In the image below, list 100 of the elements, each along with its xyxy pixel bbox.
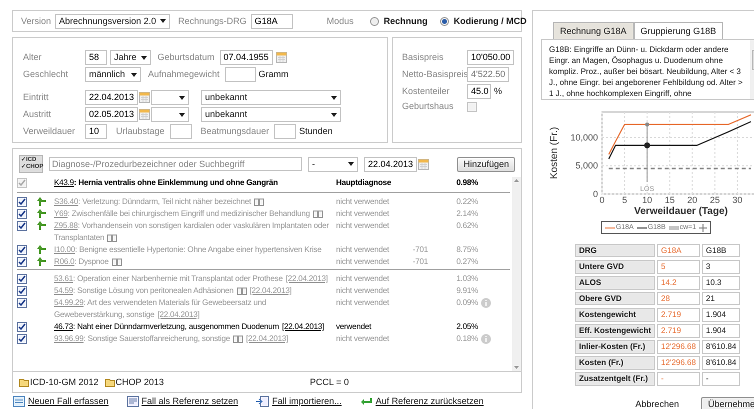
scroll-up-icon[interactable] — [514, 179, 519, 182]
dropdown[interactable]: männlich — [85, 67, 141, 82]
caret-icon — [160, 19, 166, 23]
input-field[interactable]: 10 — [85, 124, 107, 139]
code-description: Z95.88: Vorhandensein von sonstigen kardialen oder vaskulären Implantaten oder Transplantaten — [54, 220, 330, 244]
action-link[interactable]: Fall importieren... — [272, 396, 342, 407]
unit-label: Stunden — [299, 126, 333, 137]
table-cell: 10.3 — [702, 276, 740, 290]
code-description: 54.99.29: Art des verwendeten Materials für Gewebeersatz und Gewebeverstärkung, sonstige [22.04.2013] — [54, 297, 268, 321]
checkbox[interactable] — [17, 298, 27, 308]
description-text: G18B: Eingriffe an Dünn- u. Dickdarm oder andere Eingr. an Magen, Ösophagus u. Duodenum ohne kompliz. Proz., außer bei bösart. Neubildung, Alter < 3 J., ohne Eingr. bei angeborener Fehlbildung od. Alter > 1 J., ohne hochkomplexen Eingriff, ohne — [548, 44, 744, 99]
checkbox[interactable] — [17, 286, 27, 296]
line-swatch-icon — [668, 226, 679, 230]
action-link[interactable]: Neuen Fall erfassen — [28, 396, 109, 407]
caret-icon — [331, 112, 338, 116]
y-tick-label: 10,000 — [570, 132, 598, 142]
code-link[interactable]: 46.73 — [54, 322, 74, 331]
checkbox[interactable] — [17, 209, 27, 219]
checkbox[interactable] — [17, 245, 27, 255]
input-field[interactable]: 45.0 — [467, 84, 491, 99]
checkbox[interactable] — [17, 197, 27, 207]
radio-label[interactable]: Rechnung — [384, 16, 428, 26]
code-description: Y69: Zwischenfälle bei chirurgischem Eingriff und medizinischer Behandlung — [54, 208, 334, 220]
input-field[interactable] — [274, 124, 296, 139]
dropdown[interactable]: unbekannt — [201, 107, 342, 122]
line-swatch-icon — [604, 226, 615, 230]
calendar-icon[interactable] — [139, 92, 150, 103]
table-cell: 28 — [657, 292, 700, 306]
radio-label[interactable]: Kodierung / MCD — [454, 16, 527, 26]
tab[interactable]: Rechnung G18A — [553, 22, 634, 39]
date-link[interactable]: [22.04.2013] — [282, 322, 324, 331]
x-tick-label: 0 — [600, 195, 604, 205]
input-field[interactable]: G18A — [250, 14, 293, 28]
marker — [644, 142, 650, 148]
percent-text: 0.09% — [456, 298, 478, 307]
input-field[interactable]: 22.04.2013 — [85, 90, 138, 105]
dropdown[interactable]: Jahre — [110, 50, 151, 65]
x-tick-label: 20 — [687, 195, 698, 205]
code-description: 53.61: Operation einer Narbenhernie mit Transplantat oder Prothese [22.04.2013] — [54, 273, 329, 285]
action-link[interactable]: Auf Referenz zurücksetzen — [376, 396, 484, 407]
input-field[interactable]: 07.04.1955 — [220, 50, 273, 65]
pan-icon[interactable] — [699, 224, 708, 232]
dropdown[interactable]: - — [308, 156, 358, 172]
scroll-down-icon[interactable] — [514, 366, 519, 369]
x-tick-label: 5 — [622, 195, 628, 205]
field-label: Basispreis — [402, 52, 445, 63]
input-field[interactable] — [224, 67, 256, 82]
tab[interactable]: Gruppierung G18B — [634, 22, 724, 39]
field-label: Kostenteiler — [402, 86, 451, 97]
checkbox[interactable] — [17, 322, 27, 332]
info-icon[interactable] — [481, 298, 491, 308]
book-icon[interactable] — [107, 234, 118, 242]
table-cell: 2.719 — [657, 324, 700, 338]
input-field[interactable]: 4'522.50 — [467, 67, 510, 82]
unit-label: % — [494, 86, 502, 97]
calendar-icon[interactable] — [418, 158, 430, 170]
code-description: 46.73: Naht einer Dünndarmverletzung, ausgenommen Duodenum [22.04.2013] — [54, 321, 326, 333]
table-cell: 14.2 — [657, 276, 700, 290]
field-label: Verweildauer — [23, 126, 76, 137]
y-tick-label: 5,000 — [575, 160, 598, 171]
dropdown[interactable] — [151, 107, 190, 122]
checkbox[interactable] — [17, 274, 27, 284]
x-tick-label: 25 — [710, 195, 720, 205]
dropdown[interactable]: Abrechnungsversion 2.0 — [55, 14, 170, 28]
input-field[interactable]: 02.05.2013 — [85, 107, 138, 122]
book-icon[interactable] — [312, 210, 323, 218]
dialog-button[interactable]: Abbrechen — [629, 397, 685, 409]
search-field[interactable]: Diagnose-/Prozedurbezeichner oder Suchbegriff — [49, 157, 302, 171]
checkbox[interactable] — [17, 334, 27, 344]
checkbox[interactable] — [17, 257, 27, 267]
radio-icon[interactable] — [370, 16, 379, 26]
book-icon[interactable] — [254, 198, 264, 206]
status-text: nicht verwendet — [336, 245, 390, 254]
input-field[interactable]: 10'050.00 — [467, 50, 514, 65]
input-field[interactable]: 22.04.2013 — [364, 156, 418, 172]
calendar-icon[interactable] — [276, 52, 287, 63]
info-icon[interactable] — [481, 334, 491, 344]
dropdown[interactable] — [151, 90, 190, 105]
percent-text: 2.14% — [456, 209, 478, 218]
checkbox[interactable] — [17, 221, 27, 231]
book-icon[interactable] — [236, 286, 246, 295]
percent-text: 9.91% — [456, 286, 478, 295]
book-icon[interactable] — [233, 334, 244, 343]
x-tick-label: 10 — [642, 195, 652, 205]
action-link[interactable]: Fall als Referenz setzen — [142, 396, 238, 407]
x-tick-label: 15 — [664, 195, 675, 205]
field-label: Austritt — [23, 109, 52, 120]
add-button[interactable]: Hinzufügen — [457, 156, 515, 172]
book-icon[interactable] — [112, 258, 122, 266]
input-field[interactable] — [170, 124, 192, 139]
percent-text: 0.98% — [456, 178, 478, 187]
dropdown[interactable]: unbekannt — [201, 90, 342, 105]
caret-icon — [348, 162, 354, 166]
status-text: nicht verwendet — [336, 298, 390, 307]
scrollbar[interactable] — [512, 177, 521, 371]
input-field[interactable]: 58 — [85, 50, 107, 65]
calendar-icon[interactable] — [139, 109, 150, 120]
table-cell: - — [657, 372, 700, 386]
radio-icon[interactable] — [440, 16, 449, 26]
code-description: I10.00: Benigne essentielle Hypertonie: Ohne Angabe einer hypertensiven Krise — [54, 244, 322, 256]
